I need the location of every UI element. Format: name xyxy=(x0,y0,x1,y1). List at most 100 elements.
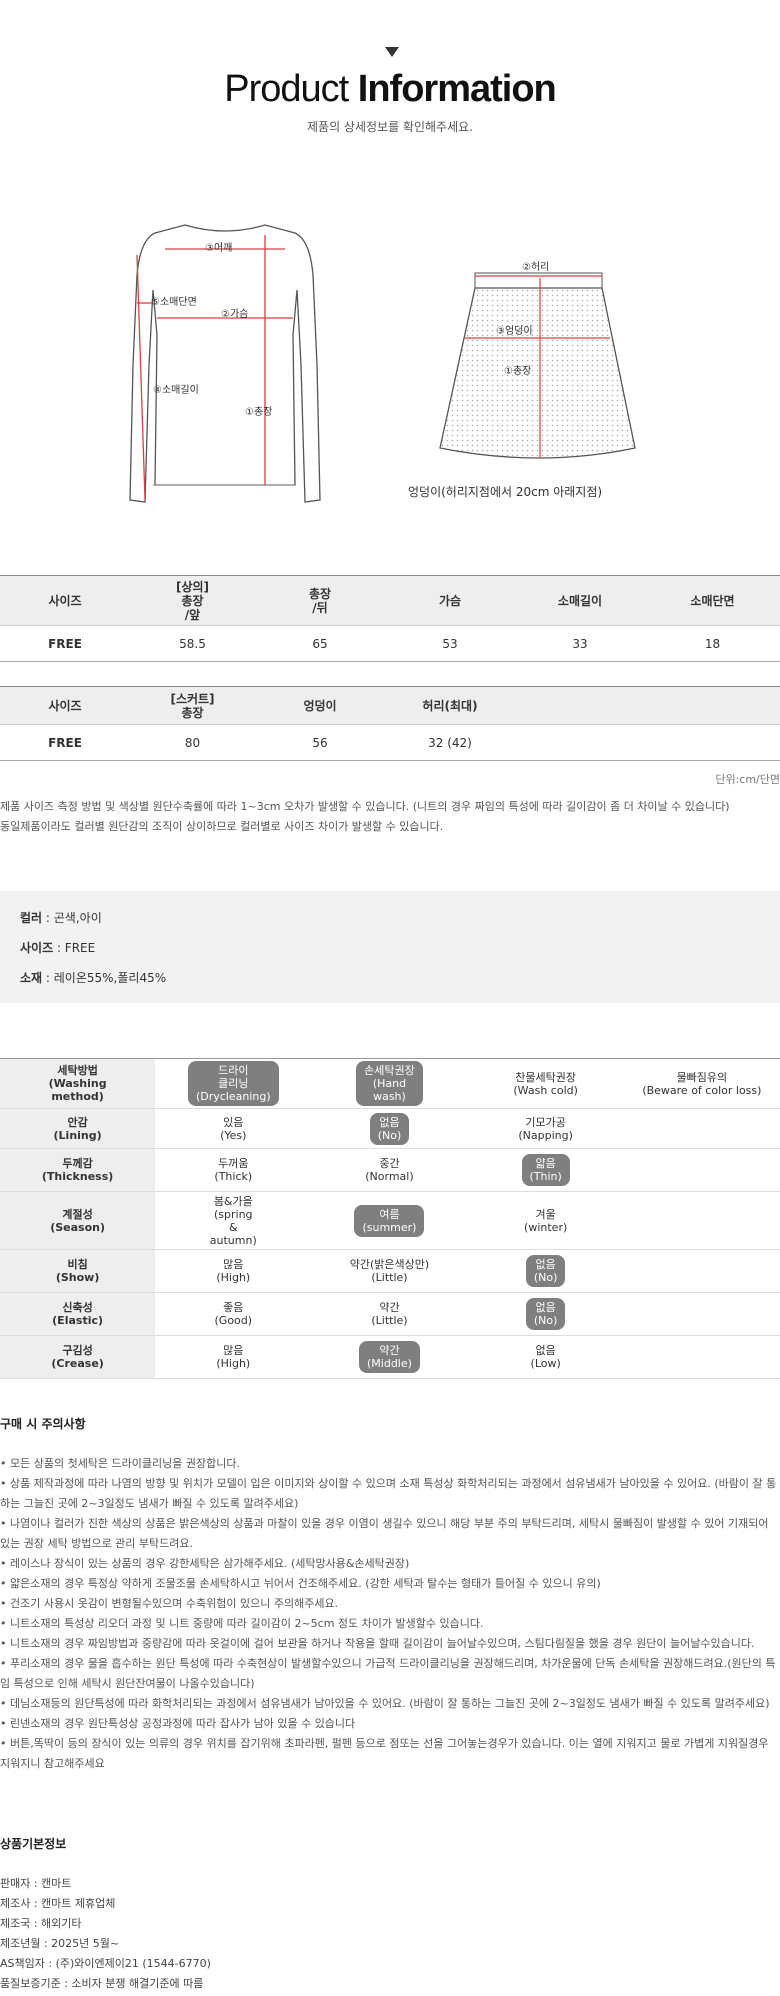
fabric-option: 없음 (Low) xyxy=(468,1336,624,1379)
option-text: 약간(밝은색상만) (Little) xyxy=(349,1258,430,1284)
fabric-row-label: 세탁방법 (Washing method) xyxy=(0,1058,156,1109)
option-text: 있음 (Yes) xyxy=(220,1115,247,1142)
info-size: 사이즈 : FREE xyxy=(20,941,96,955)
label-sleeve-width: ⑤소매단면 xyxy=(151,296,197,308)
selected-option-pill: 손세탁권장 (Hand wash) xyxy=(356,1061,423,1106)
td-waist: 32 (42) xyxy=(385,724,515,761)
fabric-option: 물빠짐유의 (Beware of color loss) xyxy=(624,1059,780,1109)
fabric-option xyxy=(624,1149,780,1192)
option-text: 두꺼움 (Thick) xyxy=(214,1157,253,1183)
td-length-front: 58.5 xyxy=(130,625,255,662)
th-size: 사이즈 xyxy=(0,686,130,725)
td-chest: 53 xyxy=(385,625,515,662)
fabric-option: 없음 (No) xyxy=(311,1109,467,1149)
label-skirt-length: ①총장 xyxy=(504,365,531,377)
base-info-title: 상품기본정보 xyxy=(0,1837,67,1851)
base-info-item: 제조년월 : 2025년 5월~ xyxy=(0,1937,120,1950)
th-sleeve-length: 소매길이 xyxy=(515,575,645,626)
td-sleeve-length: 33 xyxy=(515,625,645,662)
caution-item: • 버튼,똑딱이 등의 장식이 있는 의류의 경우 위치를 잡기위해 초파라펜,… xyxy=(0,1737,769,1750)
top-measurement-diagram: ③어깨 ⑤소매단면 ②가슴 ④소매길이 ①총장 xyxy=(129,224,321,503)
fabric-row: 안감 (Lining) 있음 (Yes) 없음 (No) 기모가공 (Napping) xyxy=(0,1108,780,1149)
td-hip: 56 xyxy=(255,724,385,761)
fabric-option: 약간 (Little) xyxy=(311,1293,467,1336)
fabric-row-label: 두께감 (Thickness) xyxy=(0,1148,156,1192)
fabric-row: 구김성 (Crease) 많음 (High) 약간 (Middle) 없음 (Low) xyxy=(0,1335,780,1379)
fabric-option: 두꺼움 (Thick) xyxy=(155,1149,311,1192)
th-size: 사이즈 xyxy=(0,575,130,626)
fabric-option: 손세탁권장 (Hand wash) xyxy=(311,1059,467,1109)
info-color: 컬러 : 곤색,아이 xyxy=(20,911,102,925)
fabric-option: 겨울 (winter) xyxy=(468,1192,624,1250)
th-sleeve-width: 소매단면 xyxy=(645,575,780,626)
fabric-row: 세탁방법 (Washing method) 드라이 클리닝 (Drycleanin… xyxy=(0,1058,780,1109)
caution-item: 있는 권장 세탁 방법으로 관리 부탁드려요. xyxy=(0,1537,194,1550)
option-text: 많음 (High) xyxy=(216,1344,251,1370)
base-info-item: 제조국 : 해외기타 xyxy=(0,1917,82,1930)
caution-item: 하는 그늘진 곳에 2~3일정도 냄새가 빠질 수 있도록 말려주세요) xyxy=(0,1497,299,1510)
caution-item: • 데님소재등의 원단특성에 따라 화학처리되는 과정에서 섬유냄새가 남아있을… xyxy=(0,1697,770,1710)
td-skirt-length: 80 xyxy=(130,724,255,761)
fabric-row: 비침 (Show) 많음 (High) 약간(밝은색상만) (Little) 없음 (… xyxy=(0,1249,780,1293)
td-size: FREE xyxy=(0,724,130,761)
fabric-row: 신축성 (Elastic) 좋음 (Good) 약간 (Little) 없음 (No) xyxy=(0,1292,780,1336)
selected-option-pill: 여름 (summer) xyxy=(354,1204,425,1237)
option-text: 물빠짐유의 (Beware of color loss) xyxy=(642,1070,762,1097)
caution-item: 지워지니 참고해주세요 xyxy=(0,1757,105,1770)
top-size-table: 사이즈 [상의] 총장 /앞 총장 /뒤 가슴 소매길이 소매단면 FREE 5… xyxy=(0,575,780,662)
fabric-row-label: 비침 (Show) xyxy=(0,1249,156,1293)
label-total-length: ①총장 xyxy=(245,406,272,418)
selected-option-pill: 없음 (No) xyxy=(525,1298,566,1330)
caution-item: • 상품 제작과정에 따라 나염의 방향 및 위치가 모델이 입은 이미지와 상… xyxy=(0,1477,777,1490)
fabric-row-label: 구김성 (Crease) xyxy=(0,1335,156,1379)
th-length-front: [상의] 총장 /앞 xyxy=(130,575,255,626)
fabric-option: 찬물세탁권장 (Wash cold) xyxy=(468,1059,624,1109)
label-sleeve-length: ④소매길이 xyxy=(153,383,199,396)
size-note: 동일제품이라도 컬러별 원단감의 조직이 상이하므로 컬러별로 사이즈 차이가 … xyxy=(0,820,444,833)
fabric-option: 봄&가을 (spring & autumn) xyxy=(155,1192,311,1250)
caution-item: • 레이스나 장식이 있는 상품의 경우 강한세탁은 삼가해주세요. (세탁망사… xyxy=(0,1557,410,1570)
fabric-option: 중간 (Normal) xyxy=(311,1149,467,1192)
fabric-option: 여름 (summer) xyxy=(311,1192,467,1250)
skirt-caption: 엉덩이(허리지점에서 20cm 아래지점) xyxy=(408,485,603,499)
fabric-row-label: 계절성 (Season) xyxy=(0,1191,156,1250)
fabric-option: 없음 (No) xyxy=(468,1293,624,1336)
fabric-option: 없음 (No) xyxy=(468,1250,624,1293)
fabric-option: 많음 (High) xyxy=(155,1336,311,1379)
option-text: 약간 (Little) xyxy=(371,1301,408,1327)
caution-item: • 모든 상품의 첫세탁은 드라이클리닝을 권장합니다. xyxy=(0,1457,240,1470)
fabric-option: 많음 (High) xyxy=(155,1250,311,1293)
fabric-row: 두께감 (Thickness) 두꺼움 (Thick) 중간 (Normal) 얇음 … xyxy=(0,1148,780,1192)
option-text: 기모가공 (Napping) xyxy=(518,1115,573,1142)
fabric-option: 드라이 클리닝 (Drycleaning) xyxy=(155,1059,311,1109)
label-chest: ②가슴 xyxy=(221,308,248,320)
th-skirt-length: [스커트] 총장 xyxy=(130,686,255,725)
caution-item: • 푸리소재의 경우 물을 흡수하는 원단 특성에 따라 수축현상이 발생할수있… xyxy=(0,1657,776,1670)
fabric-option: 기모가공 (Napping) xyxy=(468,1109,624,1149)
unit-label: 단위:cm/단면 xyxy=(715,773,780,786)
th-length-back: 총장 /뒤 xyxy=(255,575,385,626)
page-title: Product Information xyxy=(224,68,557,110)
product-info-box xyxy=(0,891,780,1003)
fabric-option: 약간(밝은색상만) (Little) xyxy=(311,1250,467,1293)
option-text: 많음 (High) xyxy=(216,1258,251,1284)
selected-option-pill: 얇음 (Thin) xyxy=(521,1154,570,1186)
page-subtitle: 제품의 상세정보를 확인해주세요. xyxy=(306,120,473,134)
caution-item: • 얇은소재의 경우 특정상 약하게 조물조물 손세탁하시고 뉘어서 건조해주세… xyxy=(0,1577,601,1590)
fabric-row: 계절성 (Season) 봄&가을 (spring & autumn) 여름 (su… xyxy=(0,1191,780,1250)
option-text: 찬물세탁권장 (Wash cold) xyxy=(513,1070,578,1097)
option-text: 좋음 (Good) xyxy=(214,1301,253,1327)
fabric-option xyxy=(624,1336,780,1379)
arrow-down-icon xyxy=(385,47,399,57)
td-length-back: 65 xyxy=(255,625,385,662)
fabric-option xyxy=(624,1250,780,1293)
caution-item: 임 특성으로 인해 세탁시 원단잔여물이 나올수있습니다) xyxy=(0,1677,255,1690)
th-chest: 가슴 xyxy=(385,575,515,626)
skirt-size-table: 사이즈 [스커트] 총장 엉덩이 허리(최대) FREE 80 56 32 (4… xyxy=(0,686,780,761)
td-sleeve-width: 18 xyxy=(645,625,780,662)
skirt-measurement-diagram: ②허리 ③엉덩이 ①총장 xyxy=(439,261,636,459)
fabric-option: 있음 (Yes) xyxy=(155,1109,311,1149)
fabric-option: 약간 (Middle) xyxy=(311,1336,467,1379)
caution-item: • 니트소재의 특성상 리오더 과정 및 니트 중량에 따라 길이감이 2~5c… xyxy=(0,1617,484,1630)
fabric-option xyxy=(624,1192,780,1250)
